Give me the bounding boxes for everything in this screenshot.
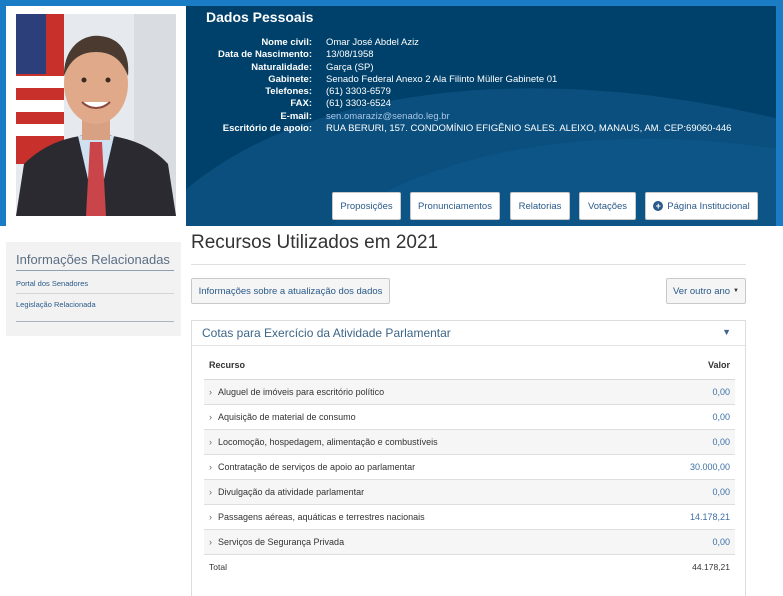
other-year-label: Ver outro ano [673, 285, 731, 297]
info-value: (61) 3303-6579 [326, 86, 391, 98]
info-label: FAX: [290, 98, 312, 110]
sidebar-link-legislacao[interactable]: Legislação Relacionada [16, 300, 96, 309]
chevron-right-icon: › [209, 462, 212, 472]
table-row[interactable]: › Contratação de serviços de apoio ao par… [204, 454, 735, 480]
page-title: Recursos Utilizados em 2021 [191, 232, 439, 253]
info-row-telefones: Telefones: (61) 3303-6579 [196, 86, 731, 98]
row-label: Locomoção, hospedagem, alimentação e com… [218, 437, 438, 447]
caret-down-icon: ▼ [733, 288, 739, 294]
email-link[interactable]: sen.omaraziz@senado.leg.br [326, 111, 450, 123]
senator-photo [16, 14, 176, 216]
total-row: Total 44.178,21 [204, 554, 735, 579]
related-info-sidebar: Informações Relacionadas Portal dos Sena… [6, 242, 181, 336]
row-label-cell: › Passagens aéreas, aquáticas e terrestre… [204, 504, 643, 530]
row-label: Divulgação da atividade parlamentar [218, 487, 365, 497]
pagina-institucional-label: Página Institucional [667, 200, 750, 212]
sidebar-title: Informações Relacionadas [16, 252, 170, 267]
row-value-link[interactable]: 14.178,21 [642, 504, 735, 530]
row-label-cell: › Contratação de serviços de apoio ao par… [204, 454, 643, 480]
total-value: 44.178,21 [642, 554, 735, 579]
panel-header[interactable]: Cotas para Exercício da Atividade Parlam… [192, 321, 745, 346]
pronunciamentos-button[interactable]: Pronunciamentos [410, 192, 500, 220]
row-label: Passagens aéreas, aquáticas e terrestres… [218, 512, 425, 522]
info-row-email: E-mail: sen.omaraziz@senado.leg.br [196, 111, 731, 123]
info-value: Omar José Abdel Aziz [326, 37, 419, 48]
row-label: Contratação de serviços de apoio ao parl… [218, 462, 416, 472]
row-label: Aquisição de material de consumo [218, 412, 356, 422]
personal-data-header: Dados Pessoais Nome civil: Omar José Abde… [0, 0, 783, 226]
row-label: Aluguel de imóveis para escritório polít… [218, 387, 385, 397]
row-label-cell: › Aluguel de imóveis para escritório polí… [204, 379, 643, 405]
panel-title: Cotas para Exercício da Atividade Parlam… [202, 326, 451, 340]
collapse-toggle-icon[interactable]: ▼ [722, 327, 731, 337]
table-row[interactable]: › Aluguel de imóveis para escritório polí… [204, 379, 735, 405]
relatorias-button[interactable]: Relatorias [510, 192, 570, 220]
pagina-institucional-button[interactable]: + Página Institucional [645, 192, 758, 220]
info-value: (61) 3303-6524 [326, 98, 391, 110]
col-header-recurso: Recurso [204, 351, 643, 380]
row-value-link[interactable]: 0,00 [642, 479, 735, 505]
votacoes-button[interactable]: Votações [579, 192, 636, 220]
sidebar-divider [16, 293, 174, 294]
info-label: Telefones: [265, 86, 312, 98]
resources-table: Recurso Valor › Aluguel de imóveis para e… [204, 351, 735, 579]
info-value: Senado Federal Anexo 2 Ala Filinto Mülle… [326, 73, 558, 85]
update-info-button[interactable]: Informações sobre a atualização dos dado… [191, 278, 390, 304]
proposicoes-button[interactable]: Proposições [332, 192, 401, 220]
info-row-fax: FAX: (61) 3303-6524 [196, 98, 731, 110]
info-label: E-mail: [280, 110, 312, 122]
row-label-cell: › Locomoção, hospedagem, alimentação e co… [204, 429, 643, 455]
info-value: Garça (SP) [326, 61, 374, 73]
sidebar-bottom-divider [16, 321, 174, 322]
title-divider [191, 264, 746, 265]
chevron-right-icon: › [209, 512, 212, 522]
chevron-right-icon: › [209, 412, 212, 422]
table-header-row: Recurso Valor [204, 351, 735, 380]
row-label-cell: › Serviços de Segurança Privada [204, 529, 643, 555]
personal-info-list: Nome civil: Omar José Abdel Aziz Data de … [196, 37, 731, 135]
col-header-valor: Valor [642, 351, 735, 380]
sidebar-link-portal-senadores[interactable]: Portal dos Senadores [16, 279, 88, 288]
info-label: Data de Nascimento: [218, 49, 312, 61]
row-label-cell: › Divulgação da atividade parlamentar [204, 479, 643, 505]
info-label: Gabinete: [268, 73, 312, 85]
section-title: Dados Pessoais [206, 9, 314, 25]
row-label: Serviços de Segurança Privada [218, 537, 345, 547]
chevron-right-icon: › [209, 437, 212, 447]
row-value-link[interactable]: 0,00 [642, 529, 735, 555]
row-value-link[interactable]: 0,00 [642, 379, 735, 405]
info-label: Escritório de apoio: [222, 123, 312, 135]
cota-panel: Cotas para Exercício da Atividade Parlam… [191, 320, 746, 596]
info-row-naturalidade: Naturalidade: Garça (SP) [196, 62, 731, 74]
plus-circle-icon: + [653, 201, 664, 211]
table-row[interactable]: › Divulgação da atividade parlamentar 0,0… [204, 479, 735, 505]
table-row[interactable]: › Passagens aéreas, aquáticas e terrestre… [204, 504, 735, 530]
sidebar-title-divider [16, 270, 174, 271]
info-label: Naturalidade: [251, 61, 312, 73]
other-year-dropdown[interactable]: Ver outro ano ▼ [666, 278, 746, 304]
info-value: RUA BERURI, 157. CONDOMÍNIO EFIGÊNIO SAL… [326, 123, 732, 135]
header-right-bar [776, 0, 783, 226]
info-row-escritorio: Escritório de apoio: RUA BERURI, 157. CON… [196, 123, 732, 135]
row-value-link[interactable]: 0,00 [642, 404, 735, 430]
info-row-gabinete: Gabinete: Senado Federal Anexo 2 Ala Fili… [196, 74, 731, 86]
row-value-link[interactable]: 30.000,00 [642, 454, 735, 480]
chevron-right-icon: › [209, 487, 212, 497]
info-label: Nome civil: [261, 37, 312, 48]
table-row[interactable]: › Serviços de Segurança Privada 0,00 [204, 529, 735, 555]
row-value-link[interactable]: 0,00 [642, 429, 735, 455]
row-label-cell: › Aquisição de material de consumo [204, 404, 643, 430]
info-row-nascimento: Data de Nascimento: 13/08/1958 [196, 49, 731, 61]
info-row-nome: Nome civil: Omar José Abdel Aziz [196, 37, 731, 49]
chevron-right-icon: › [209, 537, 212, 547]
total-label: Total [204, 554, 643, 579]
chevron-right-icon: › [209, 387, 212, 397]
table-row[interactable]: › Aquisição de material de consumo 0,00 [204, 404, 735, 430]
table-row[interactable]: › Locomoção, hospedagem, alimentação e co… [204, 429, 735, 455]
info-value: 13/08/1958 [326, 49, 374, 61]
